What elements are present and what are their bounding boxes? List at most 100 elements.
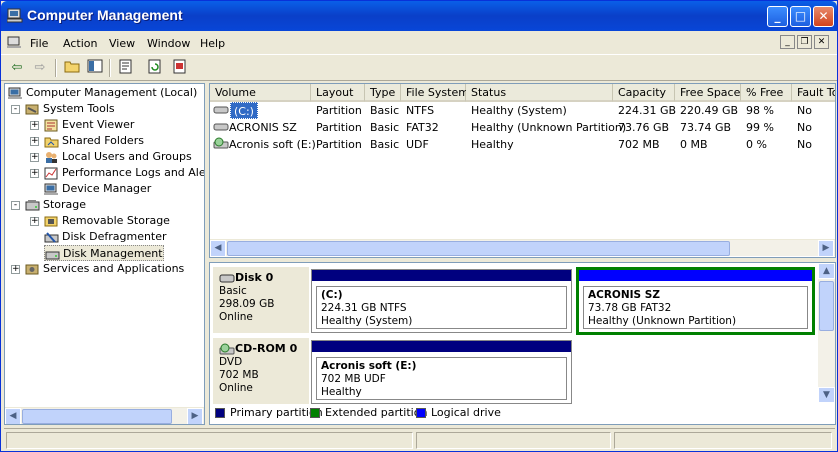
mdi-minimize-button[interactable]: _ xyxy=(780,35,795,49)
properties-icon[interactable] xyxy=(117,59,135,77)
disk-0-label[interactable]: Disk 0 Basic 298.09 GB Online xyxy=(213,267,309,333)
menu-action[interactable]: Action xyxy=(63,37,97,50)
column-header-file-system[interactable]: File System xyxy=(401,84,469,102)
tree-item-removable-storage[interactable]: Removable Storage xyxy=(44,213,170,229)
column-header-type[interactable]: Type xyxy=(365,84,401,102)
partition-c-body: (C:) 224.31 GB NTFS Healthy (System) xyxy=(316,286,567,329)
column-header-fault-tolerance[interactable]: Fault To xyxy=(792,84,835,102)
column-header-volume[interactable]: Volume xyxy=(210,84,311,102)
cd-rom-icon xyxy=(219,343,235,354)
partition-acronis-sz-body: ACRONIS SZ 73.78 GB FAT32 Healthy (Unkno… xyxy=(583,286,808,329)
tree-item-device-manager[interactable]: Device Manager xyxy=(44,181,151,197)
scroll-left-arrow-icon[interactable]: ◀ xyxy=(5,408,21,424)
primary-partition-swatch xyxy=(215,408,225,418)
cdrom-0-label[interactable]: CD-ROM 0 DVD 702 MB Online xyxy=(213,338,309,404)
menu-bar: File Action View Window Help xyxy=(1,31,837,55)
storage-icon xyxy=(25,199,40,210)
file-system-cell: UDF xyxy=(406,138,429,151)
tree-item-storage[interactable]: Storage xyxy=(25,197,86,213)
column-header-status[interactable]: Status xyxy=(466,84,613,102)
menu-window[interactable]: Window xyxy=(147,37,190,50)
tree-label-services: Services and Applications xyxy=(43,262,185,275)
partition-c-status: Healthy (System) xyxy=(321,315,413,327)
tree-label-root: Computer Management (Local) xyxy=(26,86,198,99)
maximize-button[interactable]: □ xyxy=(790,6,811,27)
collapse-icon[interactable]: - xyxy=(11,201,20,210)
refresh-icon[interactable] xyxy=(146,59,164,77)
scroll-left-arrow-icon[interactable]: ◀ xyxy=(210,240,226,257)
collapse-icon[interactable]: - xyxy=(11,105,20,114)
menu-file[interactable]: File xyxy=(30,37,48,50)
tree-item-system-tools[interactable]: System Tools xyxy=(25,101,115,117)
expand-icon[interactable]: + xyxy=(30,217,39,226)
tree-horizontal-scrollbar[interactable]: ◀ ▶ xyxy=(5,407,204,424)
scroll-thumb[interactable] xyxy=(22,409,172,424)
scroll-right-arrow-icon[interactable]: ▶ xyxy=(187,408,203,424)
up-folder-icon[interactable] xyxy=(63,59,81,77)
partition-acronis-sz[interactable]: ACRONIS SZ 73.78 GB FAT32 Healthy (Unkno… xyxy=(576,267,815,335)
expand-icon[interactable]: + xyxy=(30,169,39,178)
minimize-button[interactable]: _ xyxy=(767,6,788,27)
forward-arrow-icon[interactable]: ⇨ xyxy=(31,59,49,77)
show-hide-tree-icon[interactable] xyxy=(86,59,104,77)
scroll-thumb[interactable] xyxy=(227,241,730,256)
mmc-doc-icon[interactable] xyxy=(7,36,22,49)
tree-label-device-manager: Device Manager xyxy=(62,182,152,195)
menu-view[interactable]: View xyxy=(109,37,135,50)
list-horizontal-scrollbar[interactable]: ◀ ▶ xyxy=(210,239,835,257)
tree-item-shared-folders[interactable]: Shared Folders xyxy=(44,133,144,149)
layout-cell: Partition xyxy=(316,121,362,134)
expand-icon[interactable]: + xyxy=(11,265,20,274)
export-list-icon[interactable] xyxy=(171,59,189,77)
scroll-down-arrow-icon[interactable]: ▼ xyxy=(818,387,835,403)
drive-icon xyxy=(213,106,229,114)
partition-acronis-sz-status: Healthy (Unknown Partition) xyxy=(588,315,737,327)
expand-icon[interactable]: + xyxy=(30,137,39,146)
disk-view-vertical-scrollbar[interactable]: ▲ ▼ xyxy=(818,263,835,403)
column-header-free-space[interactable]: Free Space xyxy=(675,84,741,102)
scroll-up-arrow-icon[interactable]: ▲ xyxy=(818,263,835,279)
window-title: Computer Management xyxy=(27,7,183,23)
menu-help[interactable]: Help xyxy=(200,37,225,50)
status-pane xyxy=(614,432,832,449)
column-header-capacity[interactable]: Capacity xyxy=(613,84,675,102)
mdi-close-button[interactable]: ✕ xyxy=(814,35,829,49)
volume-cell: ACRONIS SZ xyxy=(229,121,297,134)
cdrom-0-size: 702 MB xyxy=(219,369,259,381)
disk-0-type: Basic xyxy=(219,285,247,297)
column-header-layout[interactable]: Layout xyxy=(311,84,365,102)
tree-item-perf-logs[interactable]: Performance Logs and Alerts xyxy=(44,165,205,181)
defragmenter-icon xyxy=(44,231,59,243)
tree-item-local-users[interactable]: Local Users and Groups xyxy=(44,149,192,165)
back-arrow-icon[interactable]: ⇦ xyxy=(8,59,26,77)
expand-icon[interactable]: + xyxy=(30,153,39,162)
free-space-cell: 220.49 GB xyxy=(680,104,739,117)
tree-item-services[interactable]: Services and Applications xyxy=(25,261,184,277)
toolbar-separator xyxy=(109,59,111,77)
tree-label-event-viewer: Event Viewer xyxy=(62,118,135,131)
partition-e[interactable]: Acronis soft (E:) 702 MB UDF Healthy xyxy=(311,340,572,404)
tree-item-event-viewer[interactable]: Event Viewer xyxy=(44,117,134,133)
expand-icon[interactable]: + xyxy=(30,121,39,130)
scroll-thumb[interactable] xyxy=(819,281,834,331)
services-icon xyxy=(25,264,39,274)
tree-label-disk-defragmenter: Disk Defragmenter xyxy=(62,230,167,243)
column-header-percent-free[interactable]: % Free xyxy=(741,84,792,102)
title-bar[interactable]: Computer Management _ □ ✕ xyxy=(1,1,837,31)
tree-label-perf-logs: Performance Logs and Alerts xyxy=(62,166,205,179)
partition-e-body: Acronis soft (E:) 702 MB UDF Healthy xyxy=(316,357,567,400)
mdi-restore-button[interactable]: ❐ xyxy=(797,35,812,49)
scroll-right-arrow-icon[interactable]: ▶ xyxy=(818,240,834,257)
disk-0-name: Disk 0 xyxy=(235,271,274,284)
legend-primary-partition: Primary partition xyxy=(230,406,323,419)
partition-legend: Primary partition Extended partition Log… xyxy=(209,404,819,424)
tree-item-root[interactable]: Computer Management (Local) xyxy=(8,85,197,101)
partition-c-info: 224.31 GB NTFS xyxy=(321,302,407,314)
tree-item-disk-management[interactable]: Disk Management xyxy=(44,245,164,261)
partition-c[interactable]: (C:) 224.31 GB NTFS Healthy (System) xyxy=(311,269,572,333)
file-system-cell: FAT32 xyxy=(406,121,439,134)
close-button[interactable]: ✕ xyxy=(813,6,834,27)
tree-item-disk-defragmenter[interactable]: Disk Defragmenter xyxy=(44,229,167,245)
partition-acronis-sz-info: 73.78 GB FAT32 xyxy=(588,302,672,314)
main-window: Computer Management _ □ ✕ File Action Vi… xyxy=(0,0,838,452)
